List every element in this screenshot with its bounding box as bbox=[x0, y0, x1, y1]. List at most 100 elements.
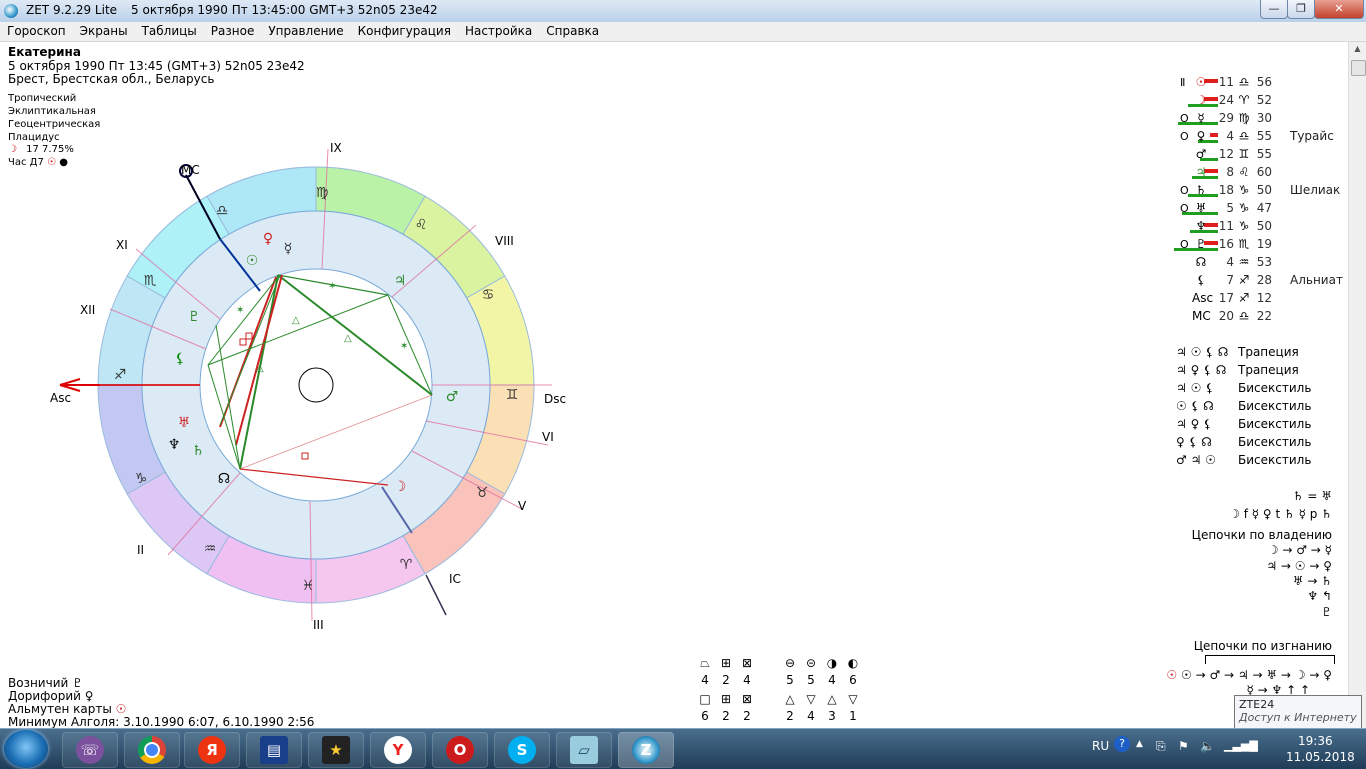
rulership-chains-title: Цепочки по владению bbox=[1191, 528, 1332, 542]
planet-degree: 24 bbox=[1218, 93, 1234, 107]
svg-text:♓: ♓ bbox=[302, 578, 315, 594]
start-button[interactable] bbox=[4, 730, 48, 768]
opera-icon[interactable]: O bbox=[432, 732, 488, 768]
dsc-label: Dsc bbox=[544, 392, 567, 406]
planet-row[interactable]: ♆ 11 ♑ 50 bbox=[1124, 219, 1344, 237]
planet-degree: 17 bbox=[1218, 291, 1234, 305]
stat-value: 4 bbox=[701, 673, 709, 687]
menu-bar: Гороскоп Экраны Таблицы Разное Управление Кон… bbox=[0, 22, 1366, 42]
menu-tables[interactable]: Таблицы bbox=[135, 22, 204, 41]
planet-row[interactable]: ♂ 12 ♊ 55 bbox=[1124, 147, 1344, 165]
minimize-button[interactable]: — bbox=[1260, 0, 1288, 19]
planet-row[interactable]: ⚸ 7 ♐ 28 Альниат bbox=[1124, 273, 1344, 291]
help-icon[interactable]: ? bbox=[1114, 736, 1130, 752]
planet-degree: 12 bbox=[1218, 147, 1234, 161]
stat-icon: ⊖ bbox=[784, 656, 796, 670]
yandex-icon[interactable]: Y bbox=[370, 732, 426, 768]
chain-item: ♃ → ☉ → ♀ bbox=[1266, 559, 1332, 573]
clock-date[interactable]: 11.05.2018 bbox=[1286, 750, 1355, 764]
yandex-browser-icon[interactable]: Я bbox=[184, 732, 240, 768]
svg-text:☊: ☊ bbox=[218, 471, 230, 487]
app-icon bbox=[4, 4, 18, 18]
svg-text:♆: ♆ bbox=[168, 437, 181, 453]
planet-symbol: ☽ bbox=[1195, 93, 1207, 107]
svg-text:♌: ♌ bbox=[415, 217, 428, 233]
planet-degree: 8 bbox=[1226, 165, 1234, 179]
planet-row[interactable]: O ☿ 29 ♍ 30 bbox=[1124, 111, 1344, 129]
planet-minutes: 50 bbox=[1256, 183, 1272, 197]
stat-value: 5 bbox=[807, 673, 815, 687]
planet-symbol: ♃ bbox=[1195, 165, 1207, 179]
clock-time[interactable]: 19:36 bbox=[1298, 734, 1333, 748]
chrome-icon[interactable] bbox=[124, 732, 180, 768]
vertical-scrollbar[interactable]: ▲ ▼ bbox=[1348, 42, 1366, 728]
planet-row[interactable]: Ⅱ ☉ 11 ♎ 56 bbox=[1124, 75, 1344, 93]
menu-misc[interactable]: Разное bbox=[204, 22, 262, 41]
planet-row[interactable]: ☽ 24 ♈ 52 bbox=[1124, 93, 1344, 111]
chart-window: Екатерина 5 октября 1990 Пт 13:45 (GMT+3… bbox=[0, 42, 1348, 729]
planet-degree: 16 bbox=[1218, 237, 1234, 251]
stat-icon: ▽ bbox=[806, 692, 816, 706]
volume-icon[interactable]: 🔈 bbox=[1200, 739, 1215, 753]
planet-sign: ♐ bbox=[1238, 291, 1250, 305]
planet-row[interactable]: MC 20 ♎ 22 bbox=[1124, 309, 1344, 327]
natal-chart-wheel[interactable]: △ △ △ ✶ ✶ ✶ ♍ ♌ ♋ ♊ ♉ ♈ ♓ ♒ ♑ ♐ ♏ ♎ ♀ ☿ … bbox=[40, 137, 600, 657]
language-indicator[interactable]: RU bbox=[1092, 739, 1109, 753]
save-disk-icon[interactable]: ▤ bbox=[246, 732, 302, 768]
planet-symbol: ♇ bbox=[1195, 237, 1207, 251]
planet-symbol: ♀ bbox=[1196, 129, 1206, 143]
planet-row[interactable]: O ♅ 5 ♑ 47 bbox=[1124, 201, 1344, 219]
mc-label: MC bbox=[181, 163, 200, 177]
usb-icon[interactable]: ⎘ bbox=[1156, 739, 1166, 754]
scroll-up-icon[interactable]: ▲ bbox=[1351, 44, 1364, 57]
menu-horoscope[interactable]: Гороскоп bbox=[0, 22, 73, 41]
planet-sign: ♎ bbox=[1238, 309, 1250, 323]
stat-icon: ⊞ bbox=[720, 692, 732, 706]
planet-sign: ♏ bbox=[1238, 237, 1250, 251]
stat-icon: ◐ bbox=[847, 656, 859, 670]
stat-value: 6 bbox=[701, 709, 709, 723]
close-button[interactable]: ✕ bbox=[1314, 0, 1364, 19]
planet-row[interactable]: O ♄ 18 ♑ 50 Шелиак bbox=[1124, 183, 1344, 201]
stat-icon: ▽ bbox=[848, 692, 858, 706]
menu-screens[interactable]: Экраны bbox=[73, 22, 135, 41]
house-xii-label: XII bbox=[80, 303, 96, 317]
scroll-thumb[interactable] bbox=[1351, 60, 1366, 76]
planet-row[interactable]: O ♇ 16 ♏ 19 bbox=[1124, 237, 1344, 255]
skype-icon[interactable]: S bbox=[494, 732, 550, 768]
notes-icon[interactable]: ▱ bbox=[556, 732, 612, 768]
zet-app-icon[interactable]: Z bbox=[618, 732, 674, 768]
planet-symbol: ☊ bbox=[1195, 255, 1207, 269]
signal-icon[interactable]: ▁▃▅▇ bbox=[1224, 739, 1258, 752]
configuration-symbols: ♃ ☉ ⚸ bbox=[1176, 381, 1214, 395]
planet-row[interactable]: O ♀ 4 ♎ 55 Турайс bbox=[1124, 129, 1344, 147]
menu-configuration[interactable]: Конфигурация bbox=[351, 22, 458, 41]
window-title: ZET 9.2.29 Lite 5 октября 1990 Пт 13:45:0… bbox=[26, 3, 438, 17]
planet-row[interactable]: Asc 17 ♐ 12 bbox=[1124, 291, 1344, 309]
svg-text:♂: ♂ bbox=[446, 389, 459, 405]
menu-control[interactable]: Управление bbox=[261, 22, 350, 41]
planet-row[interactable]: ☊ 4 ♒ 53 bbox=[1124, 255, 1344, 273]
menu-settings[interactable]: Настройка bbox=[458, 22, 539, 41]
menu-help[interactable]: Справка bbox=[539, 22, 606, 41]
media-star-icon[interactable]: ★ bbox=[308, 732, 364, 768]
planet-row[interactable]: ♃ 8 ♌ 60 bbox=[1124, 165, 1344, 183]
planet-sign: ♑ bbox=[1238, 183, 1250, 197]
planet-degree: 4 bbox=[1226, 129, 1234, 143]
chevron-up-icon[interactable]: ▲ bbox=[1136, 739, 1143, 749]
svg-text:♏: ♏ bbox=[144, 273, 157, 289]
configuration-name: Бисекстиль bbox=[1238, 381, 1312, 395]
network-tooltip: ZTE24 Доступ к Интернету bbox=[1234, 695, 1362, 729]
configuration-symbols: ♃ ☉ ⚸ ☊ bbox=[1176, 345, 1229, 359]
svg-text:☿: ☿ bbox=[284, 241, 293, 257]
viber-icon[interactable]: ☏ bbox=[62, 732, 118, 768]
svg-text:♐: ♐ bbox=[114, 367, 127, 383]
fixed-star: Альниат bbox=[1290, 273, 1343, 287]
configuration-symbols: ♀ ⚸ ☊ bbox=[1176, 435, 1212, 449]
planet-minutes: 19 bbox=[1256, 237, 1272, 251]
flag-icon[interactable]: ⚑ bbox=[1178, 739, 1189, 753]
maximize-button[interactable]: ❐ bbox=[1287, 0, 1315, 19]
stat-value: 1 bbox=[849, 709, 857, 723]
svg-text:♒: ♒ bbox=[204, 541, 217, 557]
svg-text:△: △ bbox=[292, 315, 300, 326]
